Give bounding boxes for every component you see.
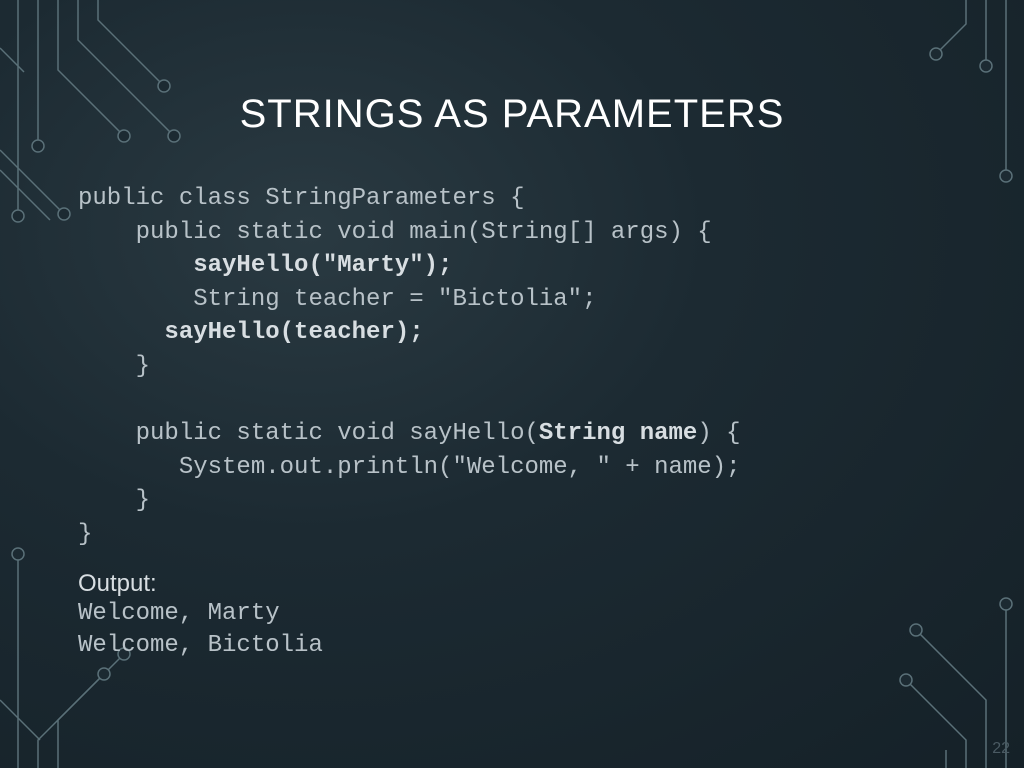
code-indent [78, 319, 164, 346]
slide-title: STRINGS AS PARAMETERS [0, 92, 1024, 137]
code-line: public static void main(String[] args) { [78, 219, 712, 246]
code-line: System.out.println("Welcome, " + name); [78, 454, 741, 481]
slide-content: public class StringParameters { public s… [78, 182, 958, 662]
output-line: Welcome, Bictolia [78, 632, 323, 659]
output-label: Output: [78, 570, 958, 598]
code-line: } [78, 521, 92, 548]
code-line: String teacher = "Bictolia"; [78, 286, 596, 313]
code-bold: sayHello(teacher); [164, 319, 423, 346]
page-number: 22 [992, 740, 1010, 758]
code-line: } [78, 353, 150, 380]
code-line: ) { [697, 420, 740, 447]
output-block: Welcome, Marty Welcome, Bictolia [78, 598, 958, 663]
code-block: public class StringParameters { public s… [78, 182, 958, 552]
code-bold: String name [539, 420, 697, 447]
code-line: public class StringParameters { [78, 185, 524, 212]
code-bold: sayHello("Marty"); [193, 252, 452, 279]
code-indent [78, 252, 193, 279]
code-line: } [78, 487, 150, 514]
output-line: Welcome, Marty [78, 600, 280, 627]
code-line: public static void sayHello( [78, 420, 539, 447]
